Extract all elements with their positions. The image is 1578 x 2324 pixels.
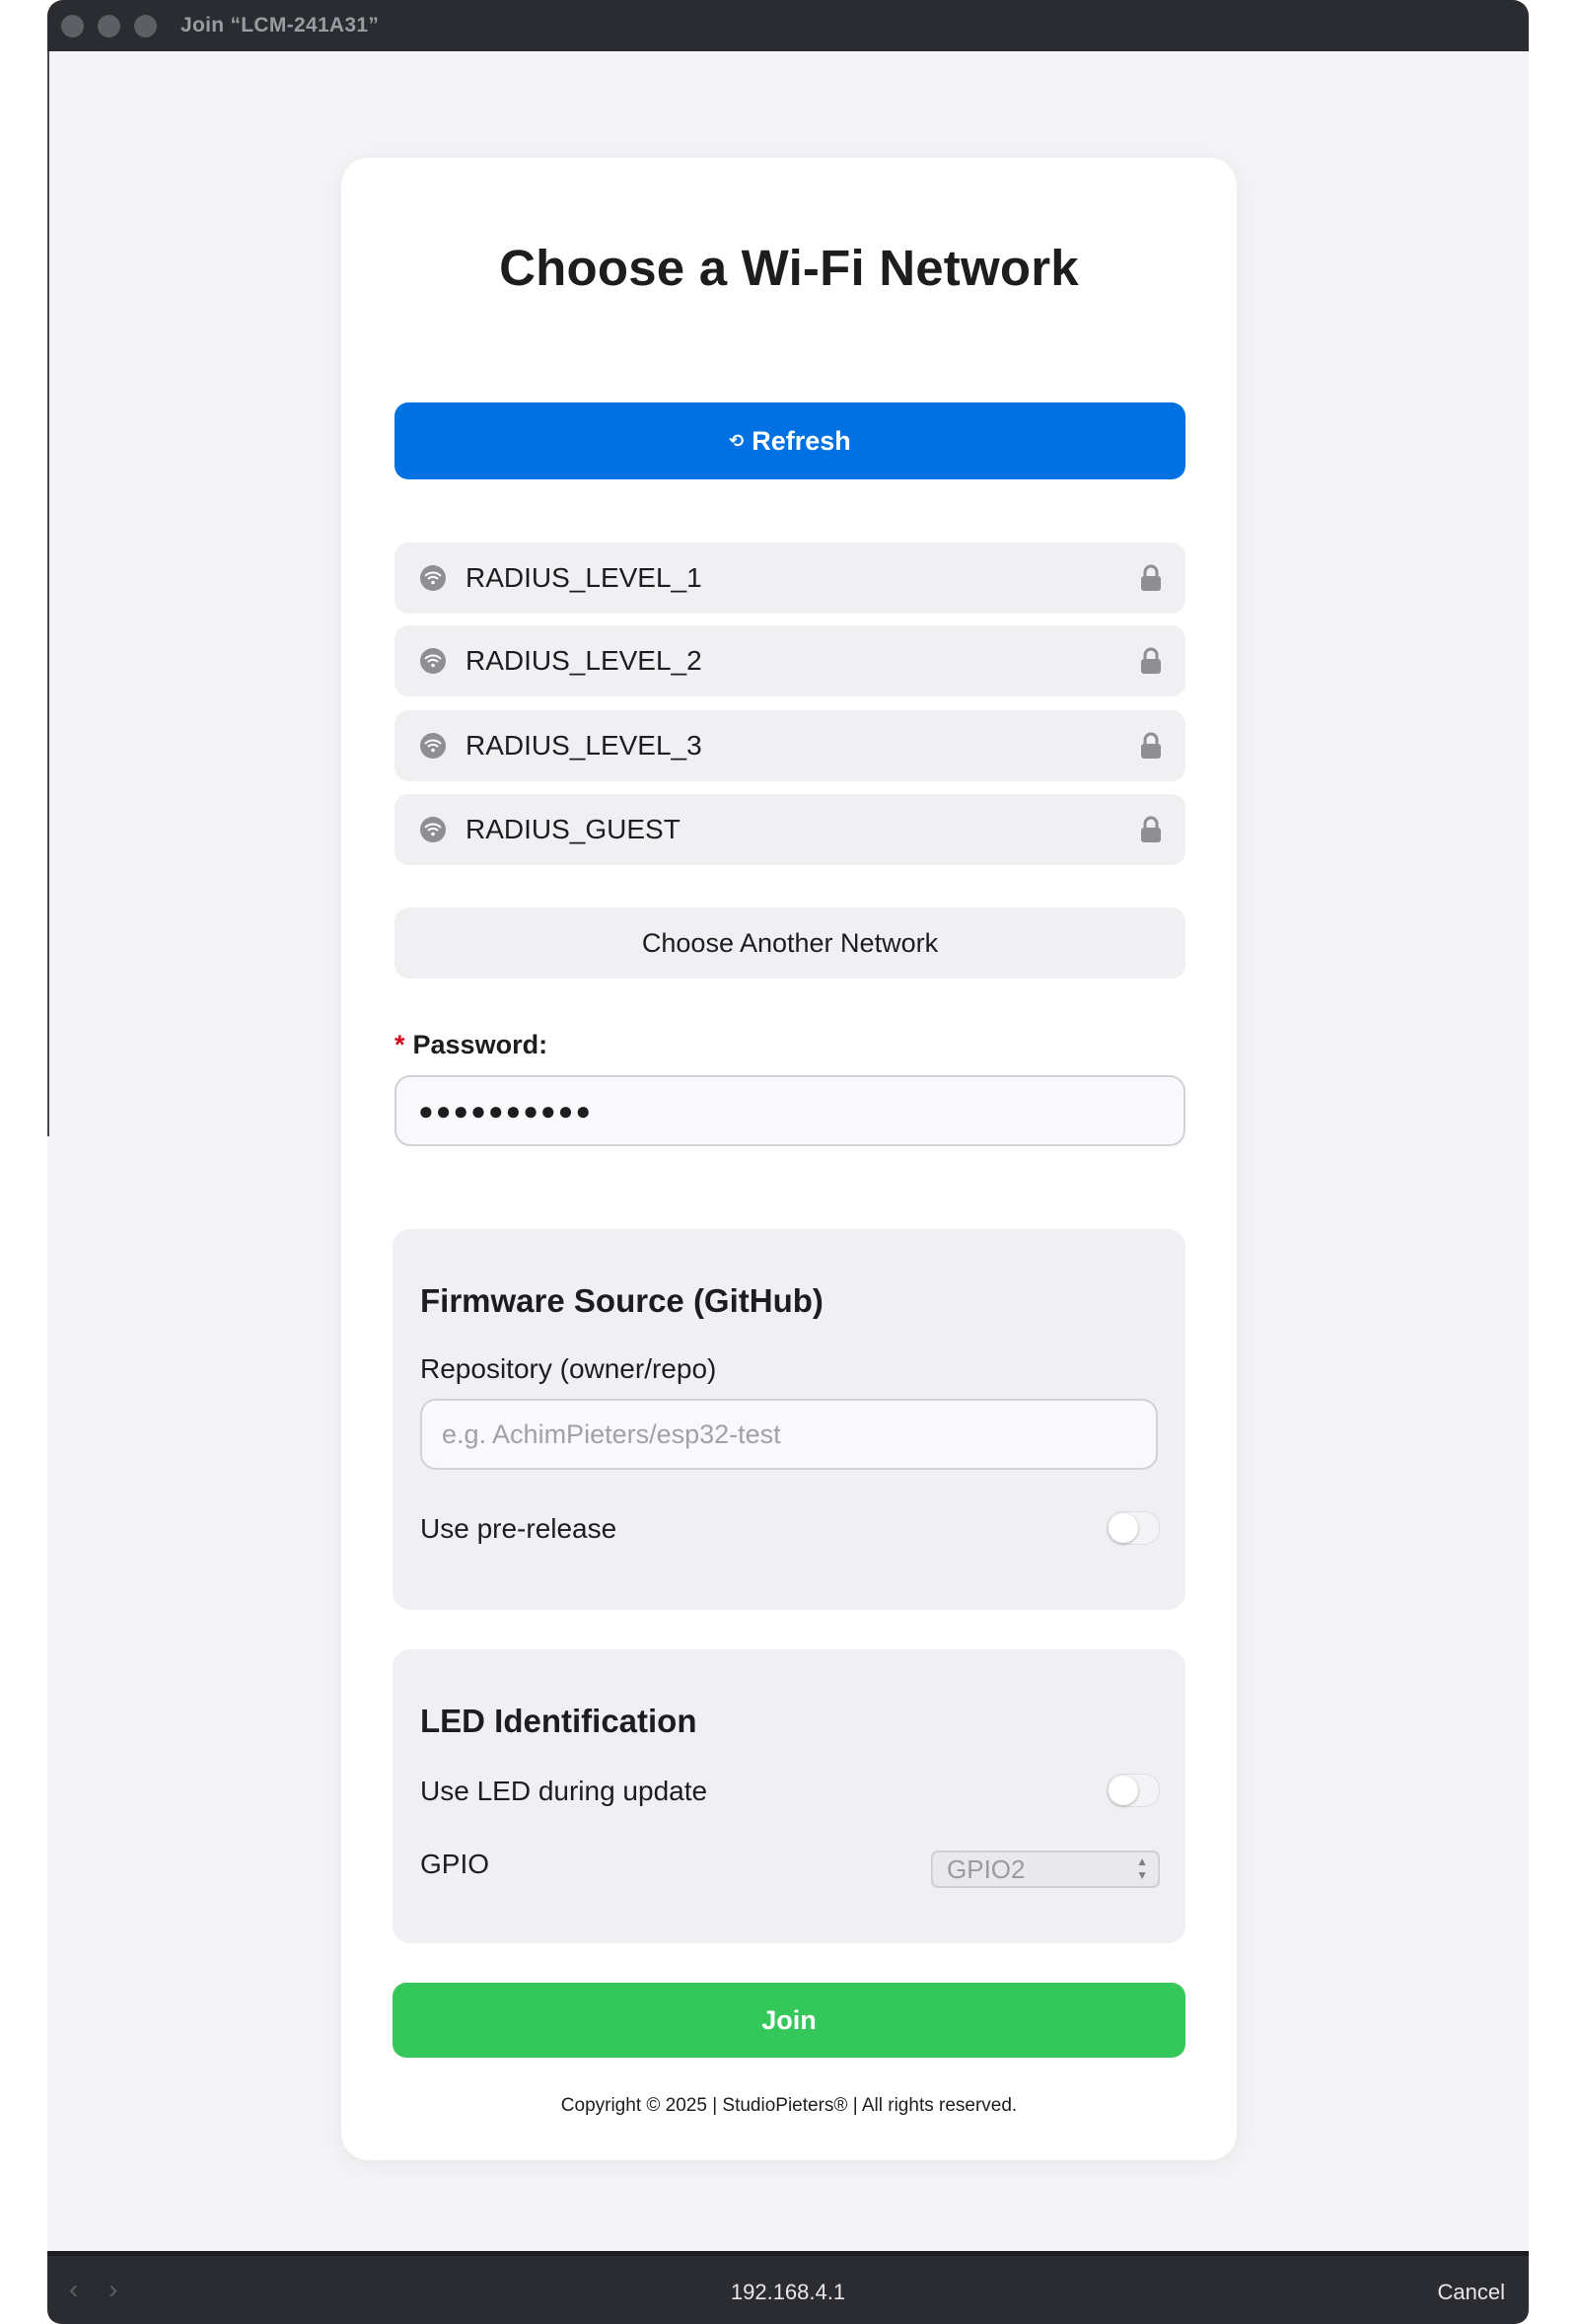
gpio-selected-value: GPIO2 bbox=[947, 1853, 1026, 1884]
choose-another-network-button[interactable]: Choose Another Network bbox=[394, 908, 1185, 979]
select-arrows-icon: ▲ ▼ bbox=[1136, 1854, 1148, 1882]
prerelease-label: Use pre-release bbox=[420, 1513, 617, 1544]
network-name: RADIUS_LEVEL_3 bbox=[466, 730, 702, 761]
password-label: * Password: bbox=[394, 1030, 547, 1060]
network-name: RADIUS_GUEST bbox=[466, 814, 681, 844]
window-controls bbox=[61, 14, 157, 37]
page-content: Choose a Wi-Fi Network ⟲ Refresh RADIUS_… bbox=[47, 51, 1529, 2251]
bottom-bar: ‹ › 192.168.4.1 Cancel bbox=[47, 2251, 1529, 2324]
page-title: Choose a Wi-Fi Network bbox=[499, 240, 1079, 296]
network-name: RADIUS_LEVEL_2 bbox=[466, 645, 702, 676]
lock-icon bbox=[1141, 564, 1161, 591]
prerelease-toggle[interactable] bbox=[1107, 1511, 1160, 1545]
led-identification-section: LED Identification Use LED during update… bbox=[393, 1649, 1185, 1943]
lock-icon bbox=[1141, 816, 1161, 842]
wifi-icon bbox=[420, 733, 446, 759]
copyright-text: Copyright © 2025 | StudioPieters® | All … bbox=[560, 2095, 1018, 2116]
wifi-icon bbox=[420, 648, 446, 674]
join-button[interactable]: Join bbox=[393, 1983, 1185, 2058]
refresh-icon: ⟲ bbox=[729, 430, 745, 451]
lock-icon bbox=[1141, 732, 1161, 759]
repository-label: Repository (owner/repo) bbox=[420, 1353, 717, 1384]
url-display: 192.168.4.1 bbox=[730, 2280, 846, 2304]
lock-icon bbox=[1141, 647, 1161, 674]
window-title: Join “LCM-241A31” bbox=[180, 14, 380, 36]
wifi-icon bbox=[420, 565, 446, 591]
close-window-button[interactable] bbox=[61, 14, 84, 37]
wifi-icon bbox=[420, 817, 446, 842]
gpio-select[interactable]: GPIO2 ▲ ▼ bbox=[931, 1851, 1160, 1888]
minimize-window-button[interactable] bbox=[98, 14, 120, 37]
toggle-knob bbox=[1109, 1513, 1138, 1543]
repository-input[interactable]: e.g. AchimPieters/esp32-test bbox=[420, 1399, 1158, 1470]
toggle-knob bbox=[1109, 1776, 1138, 1805]
network-item[interactable]: RADIUS_LEVEL_1 bbox=[394, 543, 1185, 614]
firmware-source-section: Firmware Source (GitHub) Repository (own… bbox=[393, 1229, 1185, 1610]
gpio-label: GPIO bbox=[420, 1849, 490, 1879]
use-led-label: Use LED during update bbox=[420, 1776, 708, 1806]
title-bar: Join “LCM-241A31” bbox=[47, 0, 1529, 51]
password-label-text: Password: bbox=[412, 1030, 548, 1059]
led-section-title: LED Identification bbox=[420, 1703, 697, 1739]
captive-portal-window: Join “LCM-241A31” Choose a Wi-Fi Network… bbox=[47, 0, 1529, 2324]
network-item[interactable]: RADIUS_LEVEL_2 bbox=[394, 625, 1185, 696]
use-led-toggle[interactable] bbox=[1107, 1774, 1160, 1807]
refresh-label: Refresh bbox=[752, 425, 851, 456]
password-input[interactable]: ●●●●●●●●●● bbox=[394, 1075, 1185, 1146]
setup-card: Choose a Wi-Fi Network ⟲ Refresh RADIUS_… bbox=[341, 158, 1237, 2160]
required-marker: * bbox=[394, 1030, 405, 1059]
cancel-button[interactable]: Cancel bbox=[1438, 2280, 1505, 2305]
network-item[interactable]: RADIUS_GUEST bbox=[394, 794, 1185, 865]
zoom-window-button[interactable] bbox=[134, 14, 157, 37]
firmware-section-title: Firmware Source (GitHub) bbox=[420, 1282, 824, 1319]
window-edge bbox=[47, 51, 49, 1136]
network-item[interactable]: RADIUS_LEVEL_3 bbox=[394, 710, 1185, 781]
refresh-button[interactable]: ⟲ Refresh bbox=[394, 402, 1185, 479]
network-name: RADIUS_LEVEL_1 bbox=[466, 562, 702, 593]
